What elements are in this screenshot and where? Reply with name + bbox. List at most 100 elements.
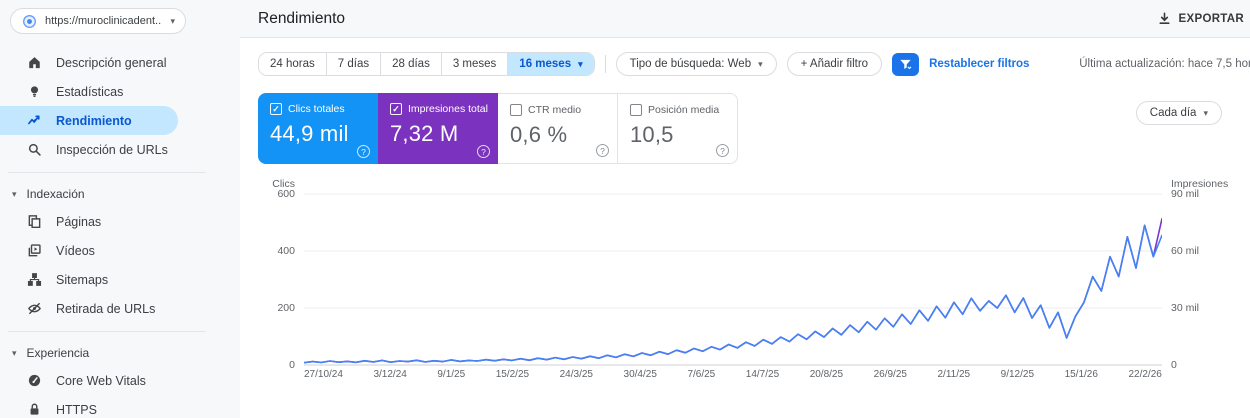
sidebar-item-https[interactable]: HTTPS — [0, 395, 240, 418]
axis-tick-label: 60 mil — [1171, 245, 1199, 257]
sidebar-item-label: Vídeos — [56, 244, 95, 258]
export-button[interactable]: EXPORTAR — [1155, 7, 1246, 31]
checked-checkbox-icon[interactable]: ✓ — [270, 103, 282, 115]
sidebar-item-insights[interactable]: Estadísticas — [0, 77, 240, 106]
sidebar-section-title: Indexación — [27, 187, 85, 201]
sidebar-item-videos[interactable]: Vídeos — [0, 236, 240, 265]
sidebar-item-label: HTTPS — [56, 403, 97, 417]
range-16m-label: 16 meses — [519, 58, 571, 70]
speedometer-icon — [26, 373, 42, 389]
add-filter-label: + Añadir filtro — [801, 58, 868, 70]
page-header: Rendimiento EXPORTAR — [240, 0, 1250, 38]
lightbulb-icon — [26, 84, 42, 100]
sitemap-icon — [26, 272, 42, 288]
help-icon[interactable]: ? — [716, 144, 729, 157]
x-axis-date-label: 30/4/25 — [624, 369, 657, 380]
right-axis: Impresiones 90 mil60 mil30 mil0 — [1162, 180, 1240, 385]
unchecked-checkbox-icon[interactable] — [510, 104, 522, 116]
video-icon — [26, 243, 42, 259]
date-range-group: 24 horas 7 días 28 días 3 meses 16 meses… — [258, 52, 595, 76]
ctr-metric-card[interactable]: CTR medio 0,6 % ? — [498, 93, 618, 164]
sidebar-item-performance[interactable]: Rendimiento — [0, 106, 178, 135]
range-3m-button[interactable]: 3 meses — [442, 53, 508, 75]
range-24h-button[interactable]: 24 horas — [259, 53, 327, 75]
card-label: Clics totales — [288, 103, 345, 115]
granularity-label: Cada día — [1150, 107, 1197, 119]
chevron-down-icon: ▾ — [12, 190, 17, 199]
home-icon — [26, 55, 42, 71]
lock-icon — [26, 402, 42, 418]
series-line-impresiones-totales — [304, 219, 1162, 363]
property-icon — [21, 13, 37, 29]
x-axis-date-label: 20/8/25 — [810, 369, 843, 380]
axis-tick-label: 400 — [277, 245, 295, 257]
chevron-down-icon: ▾ — [1203, 109, 1208, 118]
x-axis-date-label: 15/1/26 — [1065, 369, 1098, 380]
sidebar-item-label: Estadísticas — [56, 85, 123, 99]
help-icon[interactable]: ? — [596, 144, 609, 157]
card-label: Impresiones total... — [408, 103, 488, 115]
filter-toggle-button[interactable] — [892, 53, 919, 76]
card-value: 10,5 — [630, 122, 727, 148]
sidebar-section-experience[interactable]: ▾ Experiencia — [0, 340, 240, 366]
range-28d-button[interactable]: 28 días — [381, 53, 442, 75]
x-axis-date-label: 14/7/25 — [746, 369, 779, 380]
axis-tick-label: 600 — [277, 188, 295, 200]
axis-tick-label: 0 — [1171, 359, 1177, 371]
help-icon[interactable]: ? — [357, 145, 370, 158]
sidebar-item-overview[interactable]: Descripción general — [0, 48, 240, 77]
chart-plot-area[interactable]: 27/10/243/12/249/1/2515/2/2524/3/2530/4/… — [304, 180, 1162, 385]
clicks-metric-card[interactable]: ✓ Clics totales 44,9 mil ? — [258, 93, 378, 164]
x-axis-date-label: 9/12/25 — [1001, 369, 1034, 380]
sidebar-item-url-inspection[interactable]: Inspección de URLs — [0, 135, 240, 164]
property-url: https://muroclinicadent... — [45, 15, 162, 27]
axis-tick-label: 0 — [289, 359, 295, 371]
sidebar-item-label: Descripción general — [56, 56, 166, 70]
impressions-metric-card[interactable]: ✓ Impresiones total... 7,32 M ? — [378, 93, 498, 164]
x-axis-date-label: 27/10/24 — [304, 369, 343, 380]
reset-filters-link[interactable]: Restablecer filtros — [929, 58, 1029, 70]
left-axis: Clics 6004002000 — [258, 180, 304, 385]
filter-bar: 24 horas 7 días 28 días 3 meses 16 meses… — [258, 50, 1250, 78]
chart-canvas — [304, 180, 1162, 380]
checked-checkbox-icon[interactable]: ✓ — [390, 103, 402, 115]
x-axis-date-label: 24/3/25 — [560, 369, 593, 380]
performance-chart-icon — [26, 113, 42, 129]
search-type-label: Tipo de búsqueda: Web — [630, 58, 751, 70]
axis-tick-label: 30 mil — [1171, 302, 1199, 314]
card-label: Posición media — [648, 104, 719, 116]
range-16m-button[interactable]: 16 meses ▾ — [508, 53, 593, 75]
property-selector[interactable]: https://muroclinicadent... ▾ — [10, 8, 186, 34]
pages-icon — [26, 214, 42, 230]
search-type-dropdown[interactable]: Tipo de búsqueda: Web ▾ — [616, 52, 777, 76]
divider — [605, 55, 606, 73]
last-update-text: Última actualización: hace 7,5 horas — [1079, 58, 1250, 70]
export-label: EXPORTAR — [1179, 13, 1244, 25]
range-7d-button[interactable]: 7 días — [327, 53, 381, 75]
unchecked-checkbox-icon[interactable] — [630, 104, 642, 116]
sidebar-item-core-web-vitals[interactable]: Core Web Vitals — [0, 366, 240, 395]
position-metric-card[interactable]: Posición media 10,5 ? — [618, 93, 738, 164]
x-axis-date-label: 15/2/25 — [496, 369, 529, 380]
performance-chart: Clics 6004002000 27/10/243/12/249/1/2515… — [258, 180, 1250, 385]
help-icon[interactable]: ? — [477, 145, 490, 158]
sidebar-item-removals[interactable]: Retirada de URLs — [0, 294, 240, 323]
sidebar-item-sitemaps[interactable]: Sitemaps — [0, 265, 240, 294]
page-title: Rendimiento — [258, 10, 345, 28]
sidebar-item-label: Sitemaps — [56, 273, 108, 287]
card-value: 44,9 mil — [270, 121, 368, 147]
chevron-down-icon: ▾ — [170, 17, 175, 26]
x-axis-date-label: 26/9/25 — [874, 369, 907, 380]
sidebar-item-label: Retirada de URLs — [56, 302, 155, 316]
download-icon — [1157, 11, 1173, 27]
x-axis-date-label: 3/12/24 — [373, 369, 406, 380]
sidebar-item-pages[interactable]: Páginas — [0, 207, 240, 236]
chevron-down-icon: ▾ — [12, 349, 17, 358]
sidebar-section-indexing[interactable]: ▾ Indexación — [0, 181, 240, 207]
granularity-dropdown[interactable]: Cada día ▾ — [1136, 101, 1222, 125]
card-header: CTR medio — [510, 104, 607, 116]
sidebar-divider — [8, 172, 206, 173]
x-axis-labels: 27/10/243/12/249/1/2515/2/2524/3/2530/4/… — [304, 369, 1162, 380]
add-filter-button[interactable]: + Añadir filtro — [787, 52, 882, 76]
sidebar-section-title: Experiencia — [27, 346, 90, 360]
